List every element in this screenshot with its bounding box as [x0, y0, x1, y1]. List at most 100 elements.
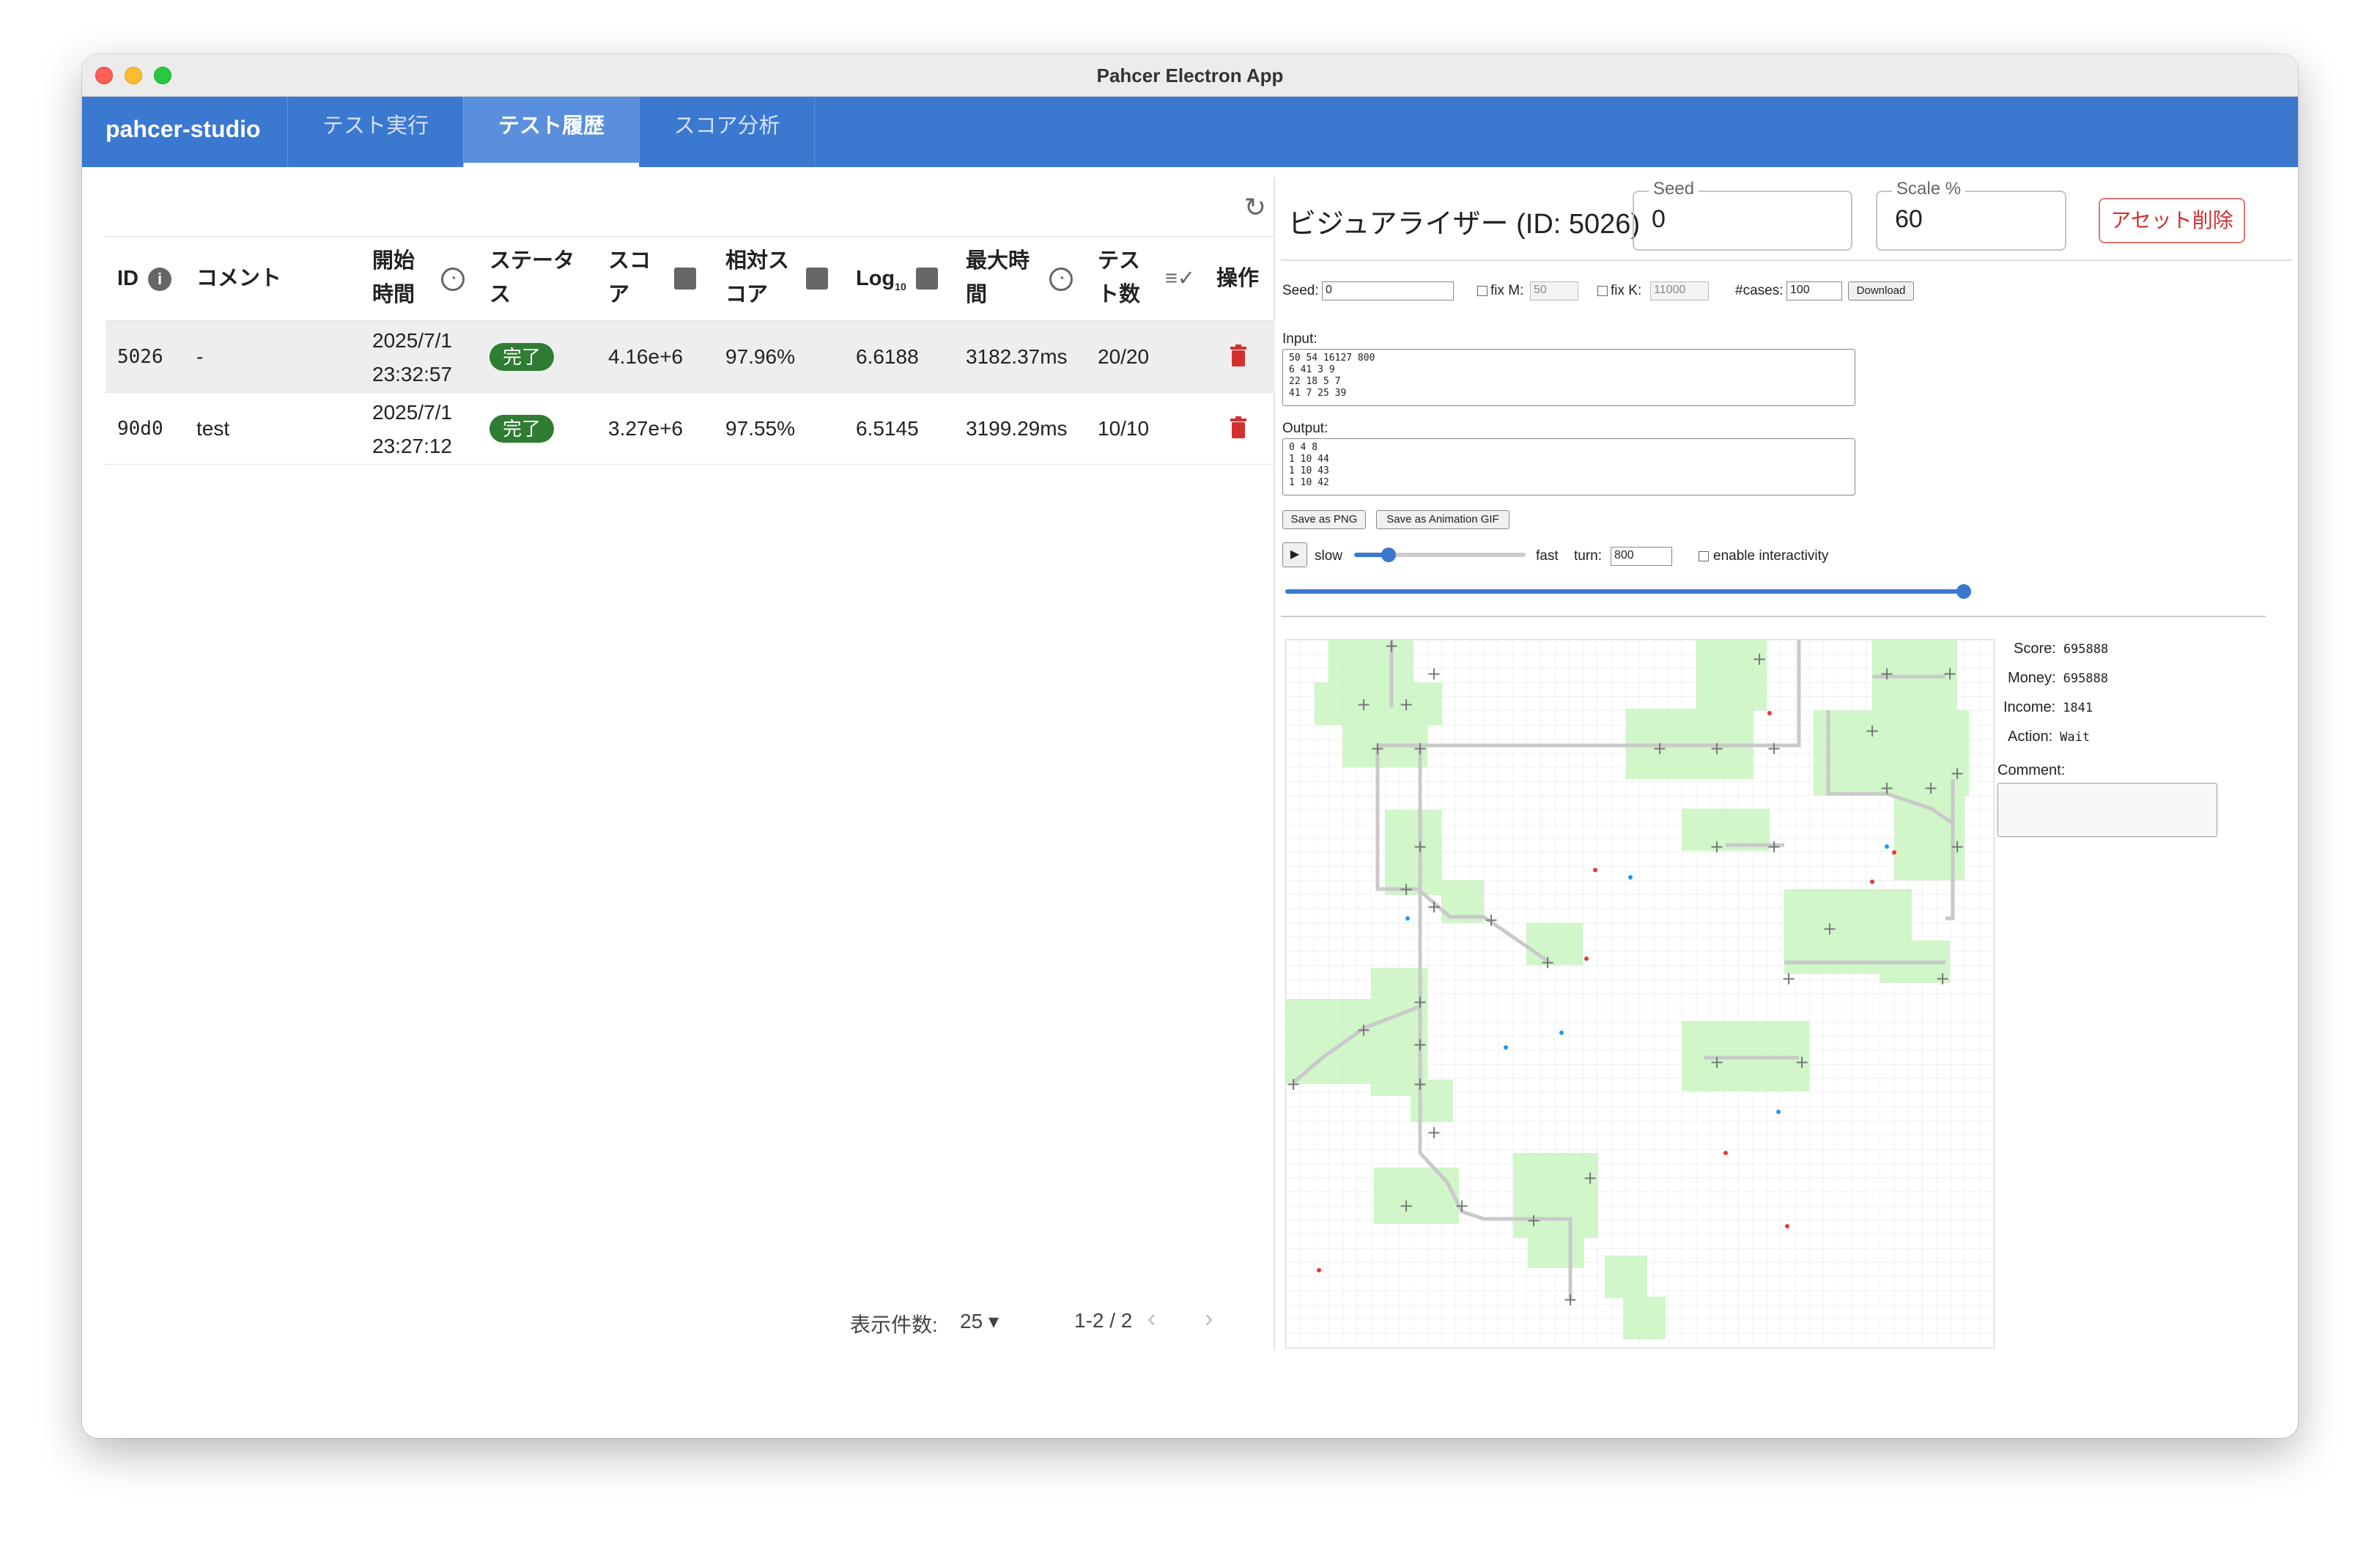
status-badge: 完了 — [489, 415, 555, 443]
svg-text:+: + — [1413, 992, 1427, 1012]
table-header: ID i コメント 開始 時間 ◔ ステータ ス スコ ア 相対ス コア Log… — [106, 236, 1275, 321]
svg-text:+: + — [1526, 1210, 1541, 1231]
cell-tests: 10/10 — [1098, 417, 1150, 440]
column-comment: コメント — [196, 267, 282, 290]
svg-text:+: + — [1822, 918, 1837, 939]
action-readout: Action: Wait — [2008, 729, 2091, 745]
cell-score: 3.27e+6 — [608, 417, 683, 440]
chart-icon[interactable] — [674, 268, 696, 290]
seed-small-input[interactable]: 0 — [1322, 281, 1454, 301]
delete-icon[interactable] — [1230, 344, 1247, 366]
cell-time: 23:32:57 — [372, 363, 452, 386]
column-maxtime-line2: 間 — [966, 283, 988, 306]
svg-text:+: + — [1484, 910, 1498, 930]
svg-text:+: + — [1652, 738, 1667, 759]
app-window: Pahcer Electron App pahcer-studio テスト実行 … — [82, 54, 2298, 1438]
play-icon[interactable]: ▶ — [1282, 542, 1307, 567]
seed-value: 0 — [1652, 205, 1666, 233]
column-status-line2: ス — [489, 283, 511, 306]
download-button[interactable]: Download — [1848, 281, 1914, 301]
svg-text:+: + — [1399, 1195, 1413, 1216]
app-bar: pahcer-studio テスト実行 テスト履歴 スコア分析 — [82, 97, 2298, 167]
speed-slider-thumb[interactable] — [1381, 548, 1396, 562]
input-textarea[interactable]: 50 54 16127 800 6 41 3 9 22 18 5 7 41 7 … — [1282, 349, 1855, 406]
svg-text:+: + — [1356, 1020, 1371, 1040]
column-relscore-line2: コア — [725, 283, 769, 306]
chart-icon[interactable] — [806, 268, 828, 290]
svg-text:+: + — [1413, 1034, 1427, 1055]
brand-title: pahcer-studio — [106, 116, 261, 142]
delete-asset-button[interactable]: アセット削除 — [2099, 198, 2245, 243]
turn-slider-thumb[interactable] — [1956, 584, 1971, 599]
output-textarea[interactable]: 0 4 8 1 10 44 1 10 43 1 10 42 — [1282, 438, 1855, 495]
column-start-time-line2: 時間 — [372, 283, 415, 306]
comment-label: Comment: — [1998, 762, 2066, 778]
cell-id: 5026 — [117, 346, 163, 368]
cell-date: 2025/7/1 — [372, 401, 452, 424]
svg-text:+: + — [1286, 1074, 1301, 1094]
seed-field[interactable]: Seed 0 — [1633, 179, 1852, 251]
tab-score-analysis[interactable]: スコア分析 — [639, 97, 815, 167]
visualizer-canvas[interactable]: + + + + + + + + + + + + + + + + + + + + + + + + + + + + + + + + … — [1285, 635, 1995, 1349]
slow-label: slow — [1315, 548, 1343, 564]
interactivity-checkbox[interactable] — [1699, 551, 1709, 561]
svg-text:+: + — [1540, 952, 1555, 973]
svg-text:+: + — [1399, 879, 1413, 899]
cell-tests: 20/20 — [1098, 345, 1150, 368]
svg-text:+: + — [1865, 720, 1880, 741]
clock-icon[interactable]: ◔ — [1049, 268, 1073, 291]
visualizer-map: +++ + + +++ ++++ +++ + ++ ++ +++ + +++ + + +++ … — [1286, 635, 1994, 1348]
column-maxtime-line1: 最大時 — [966, 249, 1030, 273]
table-row[interactable]: 5026 - 2025/7/1 23:32:57 完了 4.16e+6 97.9… — [106, 321, 1275, 393]
status-badge: 完了 — [489, 343, 555, 371]
svg-text:+: + — [1943, 663, 1957, 684]
prev-page-icon[interactable]: ‹ — [1148, 1305, 1156, 1333]
visualizer-title: ビジュアライザー (ID: 5026) — [1288, 209, 1641, 240]
svg-text:+: + — [1399, 694, 1413, 715]
svg-text:+: + — [1923, 778, 1938, 798]
filter-list-icon[interactable]: ≡✓ — [1165, 262, 1195, 295]
seed-small-label: Seed: — [1282, 283, 1319, 298]
tab-test-run[interactable]: テスト実行 — [287, 97, 463, 167]
clock-icon[interactable]: ◔ — [441, 268, 465, 291]
svg-text:+: + — [1413, 738, 1427, 759]
svg-text:+: + — [1880, 778, 1894, 798]
scale-field[interactable]: Scale % 60 — [1876, 179, 2066, 251]
save-gif-button[interactable]: Save as Animation GIF — [1376, 510, 1509, 529]
info-icon[interactable]: i — [148, 268, 171, 291]
fix-k-checkbox[interactable] — [1597, 286, 1608, 296]
svg-text:+: + — [1710, 1052, 1724, 1072]
save-png-button[interactable]: Save as PNG — [1282, 510, 1366, 529]
svg-text:+: + — [1455, 1195, 1469, 1216]
input-label: Input: — [1282, 331, 1318, 347]
chart-icon[interactable] — [916, 268, 938, 290]
svg-text:+: + — [1935, 968, 1950, 989]
svg-text:+: + — [1950, 763, 1965, 784]
svg-text:+: + — [1370, 738, 1385, 759]
rows-per-page-label: 表示件数: — [850, 1313, 938, 1336]
column-status-line1: ステータ — [489, 249, 575, 273]
svg-text:+: + — [1413, 836, 1427, 857]
cases-label: #cases: — [1735, 283, 1784, 298]
delete-icon[interactable] — [1230, 416, 1247, 438]
svg-text:+: + — [1767, 738, 1781, 759]
cases-input[interactable]: 100 — [1786, 281, 1842, 301]
fix-m-input[interactable]: 50 — [1530, 281, 1578, 301]
tab-test-history[interactable]: テスト履歴 — [463, 97, 639, 167]
fix-m-checkbox[interactable] — [1477, 286, 1488, 296]
next-page-icon[interactable]: › — [1205, 1305, 1213, 1333]
cell-log: 6.6188 — [856, 345, 919, 368]
turn-input[interactable]: 800 — [1611, 547, 1672, 566]
cell-relscore: 97.55% — [725, 417, 795, 440]
window-title: Pahcer Electron App — [1096, 64, 1284, 86]
rows-per-page-select[interactable]: 25 ▾ — [960, 1309, 999, 1333]
visualizer-frame: Seed: 0 fix M: 50 fix K: 11000 #cases: 1… — [1281, 259, 2292, 1403]
svg-text:+: + — [1795, 1052, 1809, 1072]
svg-text:+: + — [1563, 1289, 1578, 1310]
cell-maxtime: 3199.29ms — [966, 417, 1068, 440]
fix-k-input[interactable]: 11000 — [1650, 281, 1709, 301]
refresh-icon[interactable]: ↻ — [1244, 192, 1266, 223]
seed-label: Seed — [1649, 179, 1699, 199]
comment-textarea[interactable] — [1998, 783, 2217, 837]
table-row[interactable]: 90d0 test 2025/7/1 23:27:12 完了 3.27e+6 9… — [106, 393, 1275, 465]
